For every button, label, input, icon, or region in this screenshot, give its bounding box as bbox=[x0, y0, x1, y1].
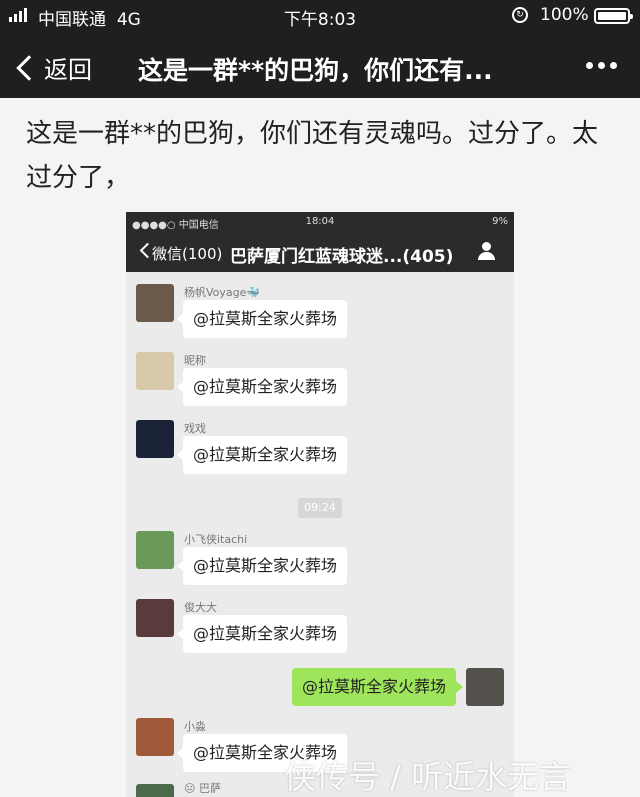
more-button[interactable] bbox=[586, 62, 617, 69]
avatar bbox=[136, 718, 174, 756]
avatar bbox=[466, 668, 504, 706]
back-label: 返回 bbox=[44, 56, 92, 84]
sender-name: 俊大大 bbox=[184, 601, 217, 614]
embedded-time: 18:04 bbox=[305, 216, 335, 227]
sender-name: 戏戏 bbox=[184, 422, 206, 435]
sender-name: 昵称 bbox=[184, 354, 206, 367]
chat-timestamp: 09:24 bbox=[298, 498, 342, 518]
watermark: 侠传号 / 听近水无言 bbox=[284, 758, 572, 796]
embedded-battery: 9% bbox=[492, 216, 508, 227]
nav-bar: 返回 这是一群**的巴狗，你们还有... bbox=[0, 36, 640, 96]
sender-name: 小飞侠itachi bbox=[184, 533, 248, 546]
battery-percent: 100% bbox=[540, 5, 589, 25]
sender-name: 杨帆Voyage🐳 bbox=[184, 286, 261, 299]
avatar bbox=[136, 284, 174, 322]
message-bubble: @拉莫斯全家火葬场 bbox=[176, 615, 348, 653]
embedded-status-bar: ●●●●○ 中国电信 18:04 9% bbox=[126, 212, 514, 232]
avatar bbox=[136, 420, 174, 458]
embedded-chat-title: 巴萨厦门红蓝魂球迷...(405) bbox=[230, 247, 454, 267]
battery-icon bbox=[594, 8, 633, 24]
more-icon bbox=[586, 62, 593, 69]
avatar bbox=[136, 784, 174, 797]
avatar bbox=[136, 531, 174, 569]
message-bubble: @拉莫斯全家火葬场 bbox=[176, 547, 348, 585]
sender-name: 😐 巴萨 bbox=[184, 782, 221, 795]
message-bubble: @拉莫斯全家火葬场 bbox=[176, 300, 348, 338]
embedded-chat-screenshot: ●●●●○ 中国电信 18:04 9% 微信(100) 巴萨厦门红蓝魂球迷...… bbox=[126, 212, 514, 797]
page-title: 这是一群**的巴狗，你们还有... bbox=[138, 56, 493, 85]
embedded-back-label: 微信(100) bbox=[152, 245, 223, 263]
sender-name: 小淼 bbox=[184, 720, 206, 733]
chevron-left-icon bbox=[16, 54, 42, 81]
message-bubble: @拉莫斯全家火葬场 bbox=[292, 668, 464, 706]
group-members-icon bbox=[476, 242, 498, 260]
top-bar: 中国联通 4G 下午8:03 ↻ 100% 返回 这是一群**的巴狗，你们还有.… bbox=[0, 0, 640, 98]
embedded-chat-header: 微信(100) 巴萨厦门红蓝魂球迷...(405) bbox=[126, 232, 514, 272]
message-bubble: @拉莫斯全家火葬场 bbox=[176, 436, 348, 474]
rotation-lock-icon: ↻ bbox=[512, 7, 528, 23]
status-bar: 中国联通 4G 下午8:03 ↻ 100% bbox=[0, 0, 640, 30]
message-bubble: @拉莫斯全家火葬场 bbox=[176, 368, 348, 406]
avatar bbox=[136, 599, 174, 637]
avatar bbox=[136, 352, 174, 390]
back-button[interactable]: 返回 bbox=[14, 50, 92, 85]
article-text: 这是一群**的巴狗，你们还有灵魂吗。过分了。太过分了， bbox=[26, 119, 599, 193]
